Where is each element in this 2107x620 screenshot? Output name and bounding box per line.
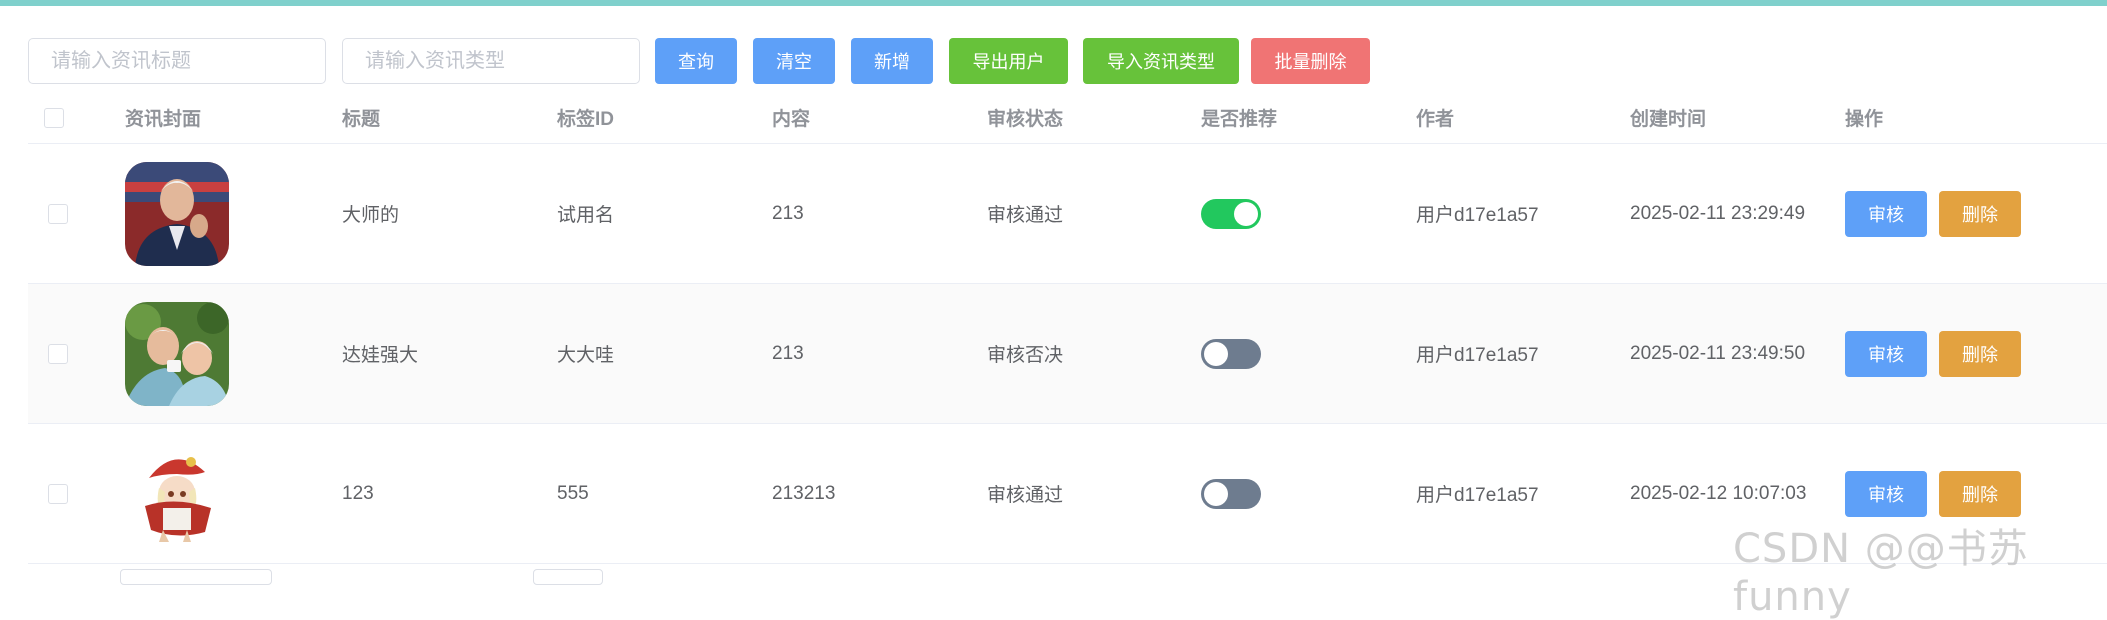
row-checkbox[interactable]	[48, 483, 68, 504]
column-header-tag-id: 标签ID	[557, 109, 615, 130]
status-cell: 审核通过	[987, 485, 1064, 506]
type-search-input[interactable]	[342, 38, 640, 84]
status-cell: 审核否决	[987, 345, 1064, 366]
review-button[interactable]: 审核	[1845, 470, 1927, 517]
top-accent-bar	[0, 0, 2107, 6]
table-header: 资讯封面 标题 标签ID 内容 审核状态 是否推荐 作者 创建时间 操作	[28, 92, 2107, 144]
row-checkbox[interactable]	[48, 343, 68, 364]
cover-image	[125, 441, 229, 546]
watermark-text: CSDN @@书苏funny	[1733, 526, 2029, 620]
cover-image	[125, 161, 229, 266]
pagination-jump-input[interactable]	[533, 569, 603, 585]
toggle-knob	[1204, 481, 1228, 506]
cover-image	[125, 301, 229, 406]
status-cell: 审核通过	[987, 205, 1064, 226]
review-button[interactable]: 审核	[1845, 330, 1927, 377]
recommend-toggle[interactable]	[1201, 198, 1261, 229]
toggle-knob	[1204, 341, 1228, 366]
cover-cell	[125, 144, 229, 283]
actions-cell: 审核 删除	[1845, 144, 2021, 283]
content-cell: 213	[772, 202, 804, 224]
column-header-title: 标题	[342, 109, 381, 130]
cover-cell	[125, 424, 229, 563]
search-toolbar: 查询 清空 新增 导出用户 导入资讯类型 批量删除	[28, 37, 1370, 85]
author-cell: 用户d17e1a57	[1416, 205, 1539, 226]
author-cell: 用户d17e1a57	[1416, 485, 1539, 506]
tag-id-cell: 大大哇	[557, 345, 615, 366]
title-search-input[interactable]	[28, 38, 326, 84]
recommended-cell	[1201, 144, 1261, 283]
tag-id-cell: 555	[557, 482, 589, 504]
row-checkbox[interactable]	[48, 203, 68, 224]
recommended-cell	[1201, 284, 1261, 423]
batch-delete-button[interactable]: 批量删除	[1251, 38, 1370, 84]
column-header-status: 审核状态	[987, 109, 1064, 130]
column-header-content: 内容	[772, 109, 811, 130]
title-cell: 达娃强大	[342, 345, 419, 366]
column-header-cover: 资讯封面	[125, 109, 202, 130]
import-news-type-button[interactable]: 导入资讯类型	[1083, 38, 1239, 84]
content-cell: 213213	[772, 482, 836, 504]
review-button[interactable]: 审核	[1845, 190, 1927, 237]
clear-button[interactable]: 清空	[753, 38, 835, 84]
toggle-knob	[1234, 201, 1258, 226]
column-header-actions: 操作	[1845, 109, 1884, 130]
title-cell: 大师的	[342, 205, 400, 226]
recommended-cell	[1201, 424, 1261, 563]
actions-cell: 审核 删除	[1845, 284, 2021, 423]
column-header-created: 创建时间	[1630, 109, 1707, 130]
recommend-toggle[interactable]	[1201, 478, 1261, 509]
tag-id-cell: 试用名	[557, 205, 615, 226]
delete-button[interactable]: 删除	[1939, 330, 2021, 377]
pagination-size-select[interactable]	[120, 569, 272, 585]
export-users-button[interactable]: 导出用户	[949, 38, 1068, 84]
query-button[interactable]: 查询	[655, 38, 737, 84]
delete-button[interactable]: 删除	[1939, 190, 2021, 237]
select-all-checkbox[interactable]	[44, 107, 64, 128]
cover-cell	[125, 284, 229, 423]
add-button[interactable]: 新增	[851, 38, 933, 84]
content-cell: 213	[772, 342, 804, 364]
created-cell: 2025-02-11 23:29:49	[1630, 202, 1806, 224]
recommend-toggle[interactable]	[1201, 338, 1261, 369]
column-header-author: 作者	[1416, 109, 1455, 130]
title-cell: 123	[342, 482, 374, 504]
column-header-recommended: 是否推荐	[1201, 109, 1278, 130]
table-row: 大师的 试用名 213 审核通过 用户d17e1a57 2025-02-11 2…	[28, 144, 2107, 284]
created-cell: 2025-02-11 23:49:50	[1630, 342, 1806, 364]
table-row: 达娃强大 大大哇 213 审核否决 用户d17e1a57 2025-02-11 …	[28, 284, 2107, 424]
delete-button[interactable]: 删除	[1939, 470, 2021, 517]
author-cell: 用户d17e1a57	[1416, 345, 1539, 366]
select-all-cell	[44, 92, 64, 143]
